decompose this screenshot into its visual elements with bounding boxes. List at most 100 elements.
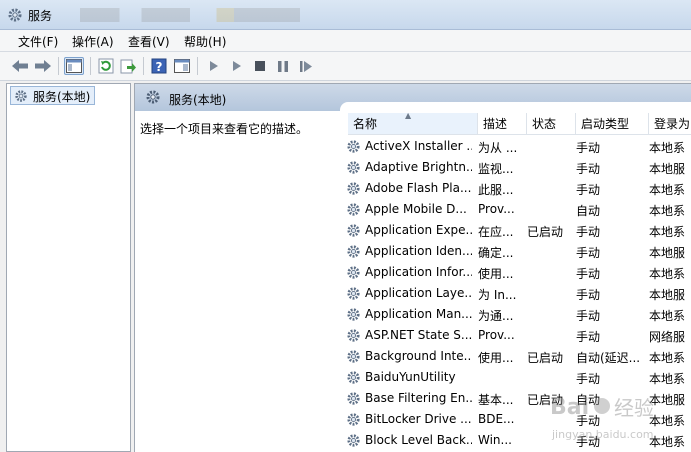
cell-name: BitLocker Drive ...: [365, 412, 472, 426]
cell-startup-type: 手动: [576, 267, 601, 281]
table-row[interactable]: BitLocker Drive ... BDE... 手动 本地系: [340, 409, 691, 430]
table-row[interactable]: Application Expe... 在应... 已启动 手动 本地系: [340, 220, 691, 241]
column-header-label: 状态: [532, 117, 557, 131]
table-row[interactable]: ASP.NET State S... Prov... 手动 网络服: [340, 325, 691, 346]
stop-service-icon[interactable]: [250, 57, 270, 75]
cell-startup-type: 手动: [576, 309, 601, 323]
table-row[interactable]: ActiveX Installer ... 为从 ... 手动 本地系: [340, 136, 691, 157]
column-header-status[interactable]: 状态: [527, 113, 576, 135]
cell-log-on-as: 本地服: [649, 246, 686, 260]
cell-startup-type: 手动: [576, 225, 601, 239]
table-row[interactable]: Base Filtering En... 基本... 已启动 自动 本地服: [340, 388, 691, 409]
cell-log-on-as: 本地系: [649, 225, 686, 239]
console-tree-pane: 服务(本地): [6, 83, 131, 452]
service-gear-icon: [346, 181, 361, 199]
export-list-icon[interactable]: [118, 57, 138, 75]
services-gear-icon: [14, 89, 28, 106]
restart-service-icon[interactable]: [296, 57, 316, 75]
service-gear-icon: [346, 286, 361, 304]
column-header-label: 描述: [483, 117, 508, 131]
toolbar-separator: [197, 57, 198, 75]
cell-log-on-as: 本地服: [649, 393, 686, 407]
cell-description: Win...: [478, 433, 512, 447]
table-row[interactable]: Application Laye... 为 In... 手动 本地服: [340, 283, 691, 304]
cell-name: Adaptive Brightn...: [365, 160, 472, 174]
service-gear-icon: [346, 139, 361, 157]
table-row[interactable]: Application Infor... 使用... 手动 本地系: [340, 262, 691, 283]
back-arrow-icon[interactable]: [10, 57, 30, 75]
svg-text:?: ?: [156, 60, 163, 74]
toolbar: ?: [0, 52, 691, 81]
table-row[interactable]: Block Level Back... Win... 手动 本地系: [340, 430, 691, 451]
console-tree-icon[interactable]: [64, 57, 84, 75]
menu-help[interactable]: 帮助(H): [184, 33, 226, 50]
cell-log-on-as: 本地系: [649, 414, 686, 428]
tree-item-services-local[interactable]: 服务(本地): [10, 86, 96, 106]
menu-action[interactable]: 操作(A): [72, 33, 114, 50]
tree-item-label: 服务(本地): [33, 90, 91, 104]
column-header-label: 名称: [353, 117, 378, 131]
column-header-log-on-as[interactable]: 登录为: [649, 113, 691, 135]
cell-name: Application Expe...: [365, 223, 472, 237]
sort-arrow-icon: ▲: [405, 111, 412, 120]
blurred-title-content: [80, 8, 300, 22]
cell-startup-type: 手动: [576, 330, 601, 344]
column-header-startup-type[interactable]: 启动类型: [576, 113, 649, 135]
forward-arrow-icon[interactable]: [33, 57, 53, 75]
cell-description: 使用...: [478, 351, 514, 365]
properties-icon[interactable]: [172, 57, 192, 75]
cell-description: Prov...: [478, 328, 515, 342]
table-row[interactable]: Application Man... 为通... 手动 本地系: [340, 304, 691, 325]
service-gear-icon: [346, 433, 361, 451]
cell-description: Prov...: [478, 202, 515, 216]
cell-log-on-as: 本地系: [649, 309, 686, 323]
cell-log-on-as: 网络服: [649, 330, 686, 344]
services-list: ▲ 名称 描述 状态 启动类型 登录为 ActiveX Installer ..…: [340, 102, 691, 452]
cell-startup-type: 手动: [576, 372, 601, 386]
service-gear-icon: [346, 307, 361, 325]
pause-service-icon[interactable]: [273, 57, 293, 75]
title-bar: 服务: [0, 0, 691, 30]
table-row[interactable]: Application Iden... 确定... 手动 本地服: [340, 241, 691, 262]
service-gear-icon: [346, 223, 361, 241]
cell-name: Base Filtering En...: [365, 391, 472, 405]
table-row[interactable]: Background Inte... 使用... 已启动 自动(延迟... 本地系: [340, 346, 691, 367]
menu-view[interactable]: 查看(V): [128, 33, 170, 50]
toolbar-separator: [143, 57, 144, 75]
refresh-icon[interactable]: [96, 57, 116, 75]
cell-name: Apple Mobile D...: [365, 202, 467, 216]
table-row[interactable]: BaiduYunUtility 手动 本地系: [340, 367, 691, 388]
start-service-icon[interactable]: [204, 57, 224, 75]
cell-description: 为通...: [478, 309, 514, 323]
cell-startup-type: 手动: [576, 288, 601, 302]
cell-description: 在应...: [478, 225, 514, 239]
start-service-params-icon[interactable]: [227, 57, 247, 75]
cell-log-on-as: 本地系: [649, 183, 686, 197]
cell-description: 确定...: [478, 246, 514, 260]
service-gear-icon: [346, 349, 361, 367]
cell-status: 已启动: [527, 225, 564, 239]
menu-file[interactable]: 文件(F): [18, 33, 58, 50]
details-pane: 服务(本地) 选择一个项目来查看它的描述。 ▲ 名称 描述 状态 启动类型 登录…: [134, 83, 691, 452]
table-row[interactable]: Adaptive Brightn... 监视... 手动 本地服: [340, 157, 691, 178]
table-row[interactable]: Adobe Flash Pla... 此服... 手动 本地系: [340, 178, 691, 199]
cell-name: Adobe Flash Pla...: [365, 181, 472, 195]
column-header-name[interactable]: ▲ 名称: [348, 111, 478, 135]
cell-name: ActiveX Installer ...: [365, 139, 472, 153]
help-icon[interactable]: ?: [149, 57, 169, 75]
cell-description: 监视...: [478, 162, 514, 176]
cell-startup-type: 手动: [576, 435, 601, 449]
cell-name: ASP.NET State S...: [365, 328, 472, 342]
cell-name: Application Man...: [365, 307, 472, 321]
column-header-label: 启动类型: [581, 117, 630, 131]
cell-name: Background Inte...: [365, 349, 472, 363]
column-header-description[interactable]: 描述: [478, 113, 527, 135]
cell-startup-type: 手动: [576, 162, 601, 176]
table-row[interactable]: Apple Mobile D... Prov... 自动 本地系: [340, 199, 691, 220]
cell-status: 已启动: [527, 393, 564, 407]
pane-title: 服务(本地): [169, 93, 227, 107]
cell-description: 为 In...: [478, 288, 517, 302]
service-gear-icon: [346, 328, 361, 346]
cell-startup-type: 自动(延迟...: [576, 351, 641, 365]
cell-name: Application Infor...: [365, 265, 472, 279]
